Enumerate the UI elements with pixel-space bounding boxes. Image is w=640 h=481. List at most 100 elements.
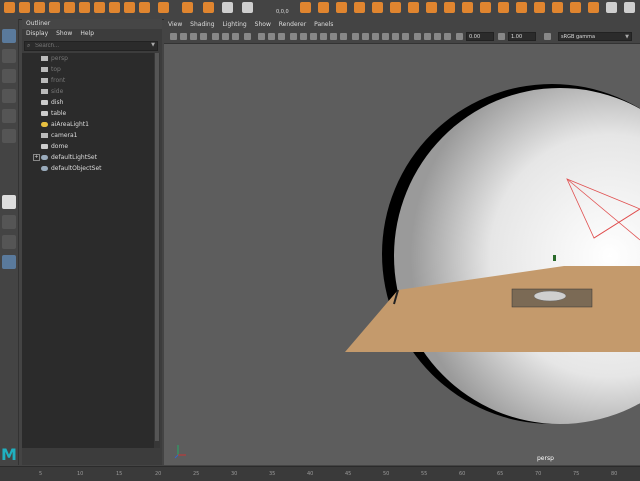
shelf-tool-icon[interactable]	[182, 2, 193, 13]
gamma-field[interactable]: 1.00	[508, 32, 536, 41]
smooth-shade-icon[interactable]	[300, 33, 307, 40]
select-tool-icon[interactable]	[2, 29, 16, 43]
outliner-menu-help[interactable]: Help	[80, 30, 94, 37]
dropdown-arrow-icon[interactable]: ▼	[151, 42, 155, 48]
shelf-tool-icon[interactable]	[79, 2, 90, 13]
scale-tool-icon[interactable]	[2, 129, 16, 143]
film-gate-icon[interactable]	[222, 33, 229, 40]
grid-icon[interactable]	[212, 33, 219, 40]
viewport-menu-shading[interactable]: Shading	[190, 21, 214, 28]
outliner-item-camera1[interactable]: camera1	[22, 130, 154, 141]
shelf-tool-icon[interactable]	[203, 2, 214, 13]
viewport-menu-lighting[interactable]: Lighting	[222, 21, 246, 28]
isolate-select-icon[interactable]	[414, 33, 421, 40]
shelf-tool-icon[interactable]	[242, 2, 253, 13]
outliner-menu-show[interactable]: Show	[56, 30, 72, 37]
color-space-select[interactable]: sRGB gamma ▼	[558, 32, 632, 41]
viewport-menu-show[interactable]: Show	[255, 21, 271, 28]
paint-select-tool-icon[interactable]	[2, 69, 16, 83]
shelf-tool-icon[interactable]	[34, 2, 45, 13]
textured-icon[interactable]	[320, 33, 327, 40]
shelf-tool-icon[interactable]	[444, 2, 455, 13]
shelf-tool-icon[interactable]	[49, 2, 60, 13]
outliner-menu-display[interactable]: Display	[26, 30, 48, 37]
dish[interactable]	[533, 290, 567, 302]
shelf-tool-icon[interactable]	[390, 2, 401, 13]
depth-of-field-icon[interactable]	[402, 33, 409, 40]
outliner-item-front[interactable]: front	[22, 75, 154, 86]
wireframe-icon[interactable]	[290, 33, 297, 40]
shelf-tool-icon[interactable]	[570, 2, 581, 13]
viewport-menu-renderer[interactable]: Renderer	[279, 21, 306, 28]
shelf-tool-icon[interactable]	[408, 2, 419, 13]
shelf-tool-icon[interactable]	[516, 2, 527, 13]
time-slider[interactable]: 5 10 15 20 25 30 35 40 45 50 55 60 65 70…	[0, 466, 640, 481]
rotate-tool-icon[interactable]	[2, 109, 16, 123]
exposure-field[interactable]: 0.00	[466, 32, 494, 41]
viewport-menu-panels[interactable]: Panels	[314, 21, 333, 28]
lights-icon[interactable]	[330, 33, 337, 40]
outliner-item-dish[interactable]: dish	[22, 97, 154, 108]
shelf-tool-icon[interactable]	[426, 2, 437, 13]
outliner-layout-icon[interactable]	[2, 255, 16, 269]
shelf-tool-icon[interactable]	[624, 2, 635, 13]
shelf-tool-icon[interactable]	[139, 2, 150, 13]
shelf-tool-icon[interactable]	[94, 2, 105, 13]
scrollbar-thumb[interactable]	[155, 53, 159, 441]
viewport-menu-view[interactable]: View	[168, 21, 182, 28]
anti-aliasing-icon[interactable]	[392, 33, 399, 40]
outliner-item-defaultobjectset[interactable]: defaultObjectSet	[22, 163, 154, 174]
shelf-tool-icon[interactable]	[606, 2, 617, 13]
shadows-icon[interactable]	[340, 33, 347, 40]
ambient-occlusion-icon[interactable]	[372, 33, 379, 40]
shelf-tool-icon[interactable]	[588, 2, 599, 13]
shelf-tool-icon[interactable]	[318, 2, 329, 13]
shelf-tool-icon[interactable]	[552, 2, 563, 13]
shelf-tool-icon[interactable]	[534, 2, 545, 13]
shelf-tool-icon[interactable]	[109, 2, 120, 13]
image-plane-icon[interactable]	[200, 33, 207, 40]
camera-select-icon[interactable]	[170, 33, 177, 40]
wireframe-on-shaded-icon[interactable]	[310, 33, 317, 40]
viewport-persp[interactable]: persp	[164, 44, 640, 465]
outliner-item-dome[interactable]: dome	[22, 141, 154, 152]
shelf-tool-icon[interactable]	[4, 2, 15, 13]
shelf-tool-icon[interactable]	[480, 2, 491, 13]
shelf-tool-icon[interactable]	[64, 2, 75, 13]
lasso-tool-icon[interactable]	[2, 49, 16, 63]
outliner-item-defaultlightset[interactable]: + defaultLightSet	[22, 152, 154, 163]
shelf-tool-icon[interactable]	[158, 2, 169, 13]
camera1-object[interactable]	[553, 255, 556, 261]
camera-attributes-icon[interactable]	[180, 33, 187, 40]
safe-title-icon[interactable]	[278, 33, 285, 40]
xray-icon[interactable]	[352, 33, 359, 40]
view-transform-icon[interactable]	[544, 33, 551, 40]
color-management-icon[interactable]	[434, 33, 441, 40]
gate-mask-icon[interactable]	[244, 33, 251, 40]
outliner-item-aiarealight1[interactable]: aiAreaLight1	[22, 119, 154, 130]
shelf-tool-icon[interactable]	[498, 2, 509, 13]
shelf-tool-icon[interactable]	[462, 2, 473, 13]
four-layout-icon[interactable]	[2, 215, 16, 229]
outliner-scrollbar[interactable]	[154, 53, 160, 448]
outliner-item-side[interactable]: side	[22, 86, 154, 97]
outliner-item-persp[interactable]: persp	[22, 53, 154, 64]
outliner-search-input[interactable]	[35, 42, 145, 50]
bookmark-icon[interactable]	[190, 33, 197, 40]
resolution-gate-icon[interactable]	[232, 33, 239, 40]
safe-action-icon[interactable]	[268, 33, 275, 40]
shelf-tool-icon[interactable]	[336, 2, 347, 13]
two-layout-icon[interactable]	[2, 235, 16, 249]
field-chart-icon[interactable]	[258, 33, 265, 40]
move-tool-icon[interactable]	[2, 89, 16, 103]
shelf-tool-icon[interactable]	[354, 2, 365, 13]
xray-joints-icon[interactable]	[362, 33, 369, 40]
outliner-item-table[interactable]: table	[22, 108, 154, 119]
shelf-tool-icon[interactable]	[372, 2, 383, 13]
expand-icon[interactable]: +	[33, 154, 40, 161]
exposure-icon[interactable]	[424, 33, 431, 40]
shelf-tool-icon[interactable]	[124, 2, 135, 13]
shelf-tool-icon[interactable]	[300, 2, 311, 13]
shelf-tool-icon[interactable]	[222, 2, 233, 13]
shelf-tool-icon[interactable]	[19, 2, 30, 13]
